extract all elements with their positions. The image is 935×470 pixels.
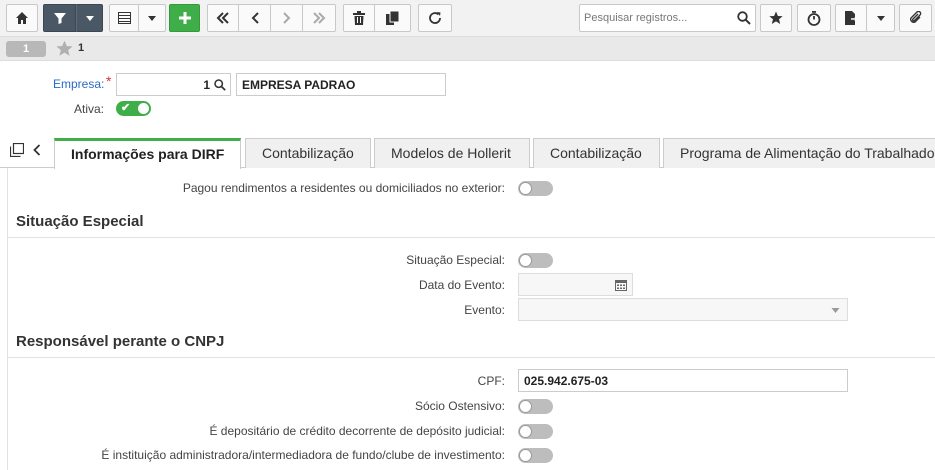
- caret-down-icon: [831, 308, 840, 313]
- record-number-badge[interactable]: 1: [6, 41, 46, 57]
- star-icon[interactable]: [56, 40, 73, 57]
- situacao-especial-toggle[interactable]: [518, 253, 553, 268]
- timer-button[interactable]: [797, 4, 831, 32]
- depositario-label: É depositário de crédito decorrente de d…: [209, 424, 505, 438]
- add-icon: [178, 12, 191, 24]
- exterior-toggle[interactable]: [518, 181, 553, 196]
- star-icon: [769, 11, 783, 24]
- tab-modelos-hollerit[interactable]: Modelos de Hollerit: [374, 138, 530, 168]
- caret-down-icon: [85, 15, 94, 21]
- tab-label: Contabilização: [262, 145, 354, 161]
- copy-icon: [386, 11, 399, 25]
- filter-button[interactable]: [43, 4, 76, 32]
- toggle-knob: [519, 449, 532, 462]
- filter-icon: [53, 13, 66, 24]
- export-dropdown-button[interactable]: [867, 4, 895, 32]
- situacao-especial-label: Situação Especial:: [406, 253, 505, 267]
- socio-ostensivo-label: Sócio Ostensivo:: [414, 399, 505, 413]
- home-button[interactable]: [6, 4, 38, 32]
- tab-label: Modelos de Hollerit: [391, 145, 511, 161]
- add-button[interactable]: [169, 4, 200, 32]
- data-evento-label: Data do Evento:: [418, 278, 505, 292]
- exterior-label: Pagou rendimentos a residentes ou domici…: [182, 181, 505, 195]
- tab-label: Informações para DIRF: [71, 146, 225, 162]
- search-icon[interactable]: [214, 79, 226, 91]
- toolbar: [0, 0, 935, 37]
- tab-contabilizacao[interactable]: Contabilização: [245, 138, 371, 168]
- toggle-knob: [519, 400, 532, 413]
- toggle-knob: [519, 254, 532, 267]
- toggle-knob: [519, 425, 532, 438]
- next-icon: [282, 12, 290, 24]
- tab-informacoes-dirf[interactable]: Informações para DIRF: [54, 138, 241, 169]
- caret-down-icon: [876, 15, 885, 21]
- check-icon: ✔: [121, 102, 131, 114]
- delete-button[interactable]: [343, 4, 375, 32]
- home-icon: [16, 12, 28, 24]
- last-record-button[interactable]: [303, 4, 336, 32]
- empresa-code-field[interactable]: 1: [116, 73, 231, 96]
- data-evento-field[interactable]: [518, 273, 633, 296]
- export-icon: [844, 11, 858, 25]
- tab-contabilizacao-2[interactable]: Contabilização: [533, 138, 660, 168]
- first-record-button[interactable]: [207, 4, 239, 32]
- delete-icon: [353, 11, 365, 25]
- instituicao-label: É instituição administradora/intermediad…: [101, 448, 505, 462]
- previous-record-button[interactable]: [239, 4, 271, 32]
- favorite-button[interactable]: [760, 4, 792, 32]
- ativa-label: Ativa:: [73, 102, 104, 116]
- tab-label: Programa de Alimentação do Trabalhador: [680, 145, 935, 161]
- tab-bar: Informações para DIRF Contabilização Mod…: [0, 135, 935, 169]
- grid-icon: [117, 12, 131, 24]
- empresa-name-field: EMPRESA PADRAO: [236, 73, 446, 96]
- grid-view-button[interactable]: [109, 4, 139, 32]
- evento-label: Evento:: [464, 303, 505, 317]
- toggle-knob: [519, 182, 532, 195]
- search-box: [579, 4, 756, 32]
- tab-label: Contabilização: [550, 145, 642, 161]
- socio-ostensivo-toggle[interactable]: [518, 399, 553, 414]
- cpf-label: CPF:: [477, 374, 505, 388]
- refresh-icon: [429, 12, 441, 24]
- tab-programa-alimentacao[interactable]: Programa de Alimentação do Trabalhador: [663, 138, 935, 168]
- favorites-count: 1: [78, 42, 85, 54]
- tabs-overview-icon[interactable]: [10, 143, 24, 157]
- chevron-left-icon[interactable]: [33, 144, 41, 156]
- attach-icon: [909, 11, 921, 23]
- cpf-field[interactable]: 025.942.675-03: [518, 369, 848, 392]
- empresa-code-value: 1: [203, 78, 210, 92]
- attach-button[interactable]: [899, 4, 932, 32]
- copy-button[interactable]: [375, 4, 411, 32]
- required-marker: *: [106, 73, 112, 89]
- section-title-situacao: Situação Especial: [16, 213, 144, 230]
- last-icon: [313, 12, 326, 24]
- panel-border: [7, 168, 8, 470]
- section-divider: [8, 237, 935, 238]
- toggle-knob: [137, 102, 150, 115]
- calendar-icon[interactable]: [615, 279, 627, 291]
- export-button[interactable]: [835, 4, 867, 32]
- first-icon: [216, 12, 229, 24]
- section-divider: [8, 357, 935, 358]
- instituicao-toggle[interactable]: [518, 448, 553, 463]
- empresa-label[interactable]: Empresa:: [53, 77, 104, 91]
- timer-icon: [807, 10, 821, 26]
- section-title-responsavel: Responsável perante o CNPJ: [16, 333, 225, 350]
- evento-select[interactable]: [518, 298, 848, 321]
- cpf-value: 025.942.675-03: [524, 374, 609, 388]
- caret-down-icon: [148, 15, 156, 21]
- search-input[interactable]: [584, 9, 732, 27]
- refresh-button[interactable]: [418, 4, 452, 32]
- search-icon[interactable]: [737, 11, 751, 25]
- grid-view-dropdown-button[interactable]: [139, 4, 166, 32]
- ativa-toggle[interactable]: ✔: [116, 101, 151, 116]
- empresa-name-value: EMPRESA PADRAO: [242, 78, 356, 92]
- next-record-button[interactable]: [271, 4, 303, 32]
- depositario-toggle[interactable]: [518, 424, 553, 439]
- filter-dropdown-button[interactable]: [76, 4, 103, 32]
- prev-icon: [251, 12, 259, 24]
- record-bar: 1 1: [0, 37, 935, 61]
